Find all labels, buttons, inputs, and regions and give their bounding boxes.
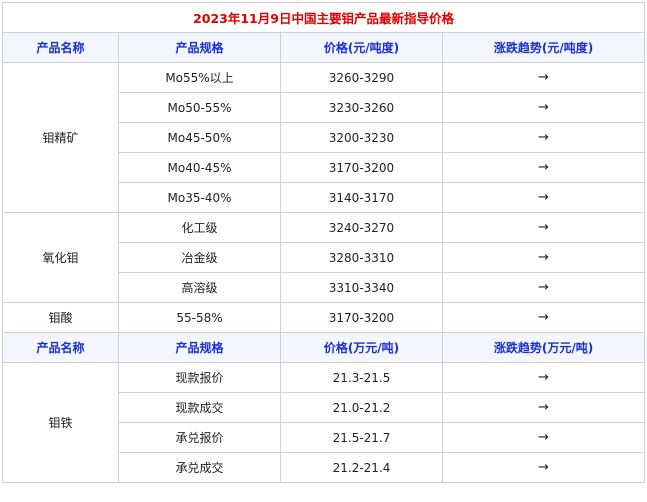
trend-arrow-icon: → xyxy=(441,362,646,393)
price-cell: 21.5-21.7 xyxy=(280,422,443,453)
price-cell: 21.3-21.5 xyxy=(280,362,443,393)
trend-arrow-icon: → xyxy=(441,452,646,483)
table-title: 2023年11月9日中国主要钼产品最新指导价格 xyxy=(1,2,646,33)
header-product-name: 产品名称 xyxy=(2,332,119,363)
header-trend: 涨跌趋势(元/吨度) xyxy=(441,32,646,63)
price-cell: 3280-3310 xyxy=(280,242,443,273)
spec-cell: Mo50-55% xyxy=(118,92,281,123)
price-cell: 3260-3290 xyxy=(280,62,443,93)
trend-arrow-icon: → xyxy=(441,392,646,423)
spec-cell: 承兑成交 xyxy=(118,452,281,483)
spec-cell: 化工级 xyxy=(118,212,281,243)
spec-cell: 冶金级 xyxy=(118,242,281,273)
header-price: 价格(万元/吨) xyxy=(280,332,443,363)
trend-arrow-icon: → xyxy=(441,152,646,183)
trend-arrow-icon: → xyxy=(441,62,646,93)
trend-arrow-icon: → xyxy=(441,242,646,273)
spec-cell: 55-58% xyxy=(118,302,281,333)
header-trend: 涨跌趋势(万元/吨) xyxy=(441,332,646,363)
spec-cell: Mo45-50% xyxy=(118,122,281,153)
price-cell: 3200-3230 xyxy=(280,122,443,153)
trend-arrow-icon: → xyxy=(441,182,646,213)
spec-cell: 现款成交 xyxy=(118,392,281,423)
price-cell: 3240-3270 xyxy=(280,212,443,243)
spec-cell: 高溶级 xyxy=(118,272,281,303)
trend-arrow-icon: → xyxy=(441,212,646,243)
trend-arrow-icon: → xyxy=(441,302,646,333)
header-price: 价格(元/吨度) xyxy=(280,32,443,63)
header-product-spec: 产品规格 xyxy=(118,332,281,363)
title-row: 2023年11月9日中国主要钼产品最新指导价格 xyxy=(1,2,646,33)
category-cell: 钼铁 xyxy=(2,362,119,483)
price-cell: 3170-3200 xyxy=(280,152,443,183)
price-cell: 3170-3200 xyxy=(280,302,443,333)
spec-cell: 现款报价 xyxy=(118,362,281,393)
table-row: 钼酸 55-58% 3170-3200 → xyxy=(2,302,646,333)
price-cell: 3310-3340 xyxy=(280,272,443,303)
header-product-spec: 产品规格 xyxy=(118,32,281,63)
header-product-name: 产品名称 xyxy=(2,32,119,63)
trend-arrow-icon: → xyxy=(441,272,646,303)
category-cell: 氧化钼 xyxy=(2,212,119,303)
price-cell: 21.2-21.4 xyxy=(280,452,443,483)
trend-arrow-icon: → xyxy=(441,122,646,153)
spec-cell: Mo35-40% xyxy=(118,182,281,213)
trend-arrow-icon: → xyxy=(441,92,646,123)
price-cell: 3140-3170 xyxy=(280,182,443,213)
category-cell: 钼酸 xyxy=(2,302,119,333)
spec-cell: Mo55%以上 xyxy=(118,62,281,93)
header-row: 产品名称 产品规格 价格(元/吨度) 涨跌趋势(元/吨度) xyxy=(2,32,646,63)
trend-arrow-icon: → xyxy=(441,422,646,453)
spec-cell: 承兑报价 xyxy=(118,422,281,453)
table-row: 钼精矿 Mo55%以上 3260-3290 → xyxy=(2,62,646,213)
price-cell: 21.0-21.2 xyxy=(280,392,443,423)
price-table: 2023年11月9日中国主要钼产品最新指导价格 产品名称 产品规格 价格(元/吨… xyxy=(1,2,646,483)
table-row: 氧化钼 化工级 3240-3270 → xyxy=(2,212,646,303)
table-row: 钼铁 现款报价 21.3-21.5 → xyxy=(2,362,646,483)
header-row: 产品名称 产品规格 价格(万元/吨) 涨跌趋势(万元/吨) xyxy=(2,332,646,363)
spec-cell: Mo40-45% xyxy=(118,152,281,183)
category-cell: 钼精矿 xyxy=(2,62,119,213)
price-cell: 3230-3260 xyxy=(280,92,443,123)
